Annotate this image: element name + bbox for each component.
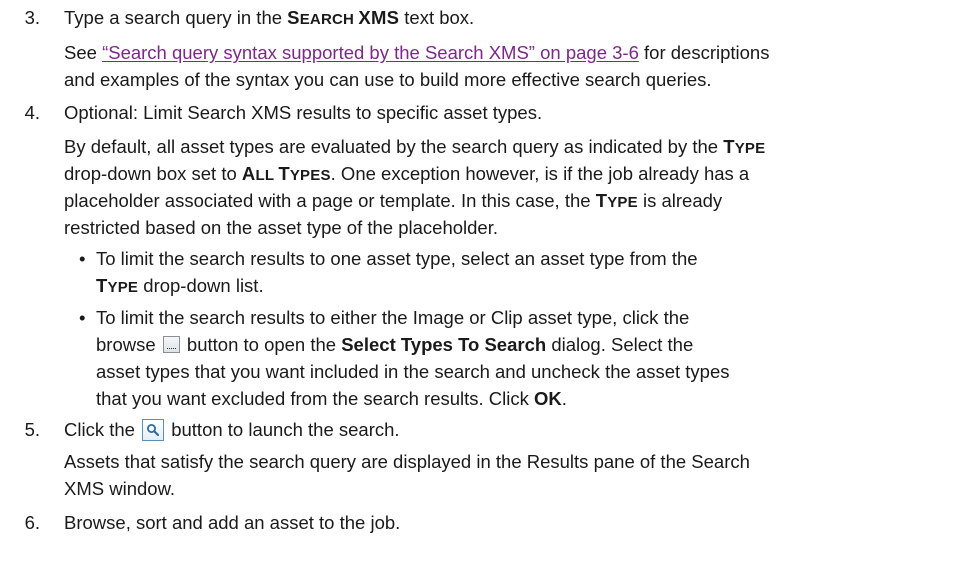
ok-label: OK	[534, 388, 562, 409]
bullet-2-line-1: To limit the search results to either th…	[96, 307, 690, 328]
step-title: Type a search query in the SEARCH XMS te…	[64, 7, 475, 28]
type-label: TYPE	[595, 190, 638, 211]
cross-reference-link[interactable]: “Search query syntax supported by the Se…	[102, 42, 639, 63]
step-number: 4.	[24, 102, 40, 123]
bullet-1-line-1: To limit the search results to one asset…	[96, 248, 698, 269]
browse-ellipsis-icon[interactable]	[162, 336, 180, 353]
step-4-para-line-4: restricted based on the asset type of th…	[64, 217, 499, 238]
step-title: Optional: Limit Search XMS results to sp…	[64, 102, 543, 123]
magnifier-search-icon[interactable]	[142, 419, 165, 441]
bullet-2-line-4: that you want excluded from the search r…	[96, 388, 567, 409]
step-number: 5.	[24, 419, 40, 440]
step-title: Click the button to launch the search.	[64, 419, 400, 441]
step-3-line-2: See “Search query syntax supported by th…	[64, 42, 770, 63]
search-xms-field-label: SEARCH XMS	[287, 7, 400, 28]
document-page: 3. Type a search query in the SEARCH XMS…	[0, 0, 961, 570]
bullet-marker: •	[79, 307, 86, 328]
step-5-line-2: Assets that satisfy the search query are…	[64, 451, 750, 472]
step-title: Browse, sort and add an asset to the job…	[64, 512, 401, 533]
step-4-para-line-2: drop-down box set to ALL TYPES. One exce…	[64, 163, 750, 184]
bullet-marker: •	[79, 248, 86, 269]
step-number: 3.	[24, 7, 40, 28]
step-4-para-line-1: By default, all asset types are evaluate…	[64, 136, 766, 157]
select-types-dialog-name: Select Types To Search	[341, 334, 547, 355]
bullet-1-line-2: TYPE drop-down list.	[96, 275, 264, 296]
step-3-line-3: and examples of the syntax you can use t…	[64, 69, 712, 90]
step-5-line-3: XMS window.	[64, 478, 176, 499]
bullet-2-line-2: browse button to open the Select Types T…	[96, 334, 694, 355]
type-label: TYPE	[96, 275, 139, 296]
step-4-para-line-3: placeholder associated with a page or te…	[64, 190, 723, 211]
type-label: TYPE	[723, 136, 766, 157]
step-number: 6.	[24, 512, 40, 533]
bullet-2-line-3: asset types that you want included in th…	[96, 361, 730, 382]
all-types-label: ALL TYPES	[241, 163, 331, 184]
